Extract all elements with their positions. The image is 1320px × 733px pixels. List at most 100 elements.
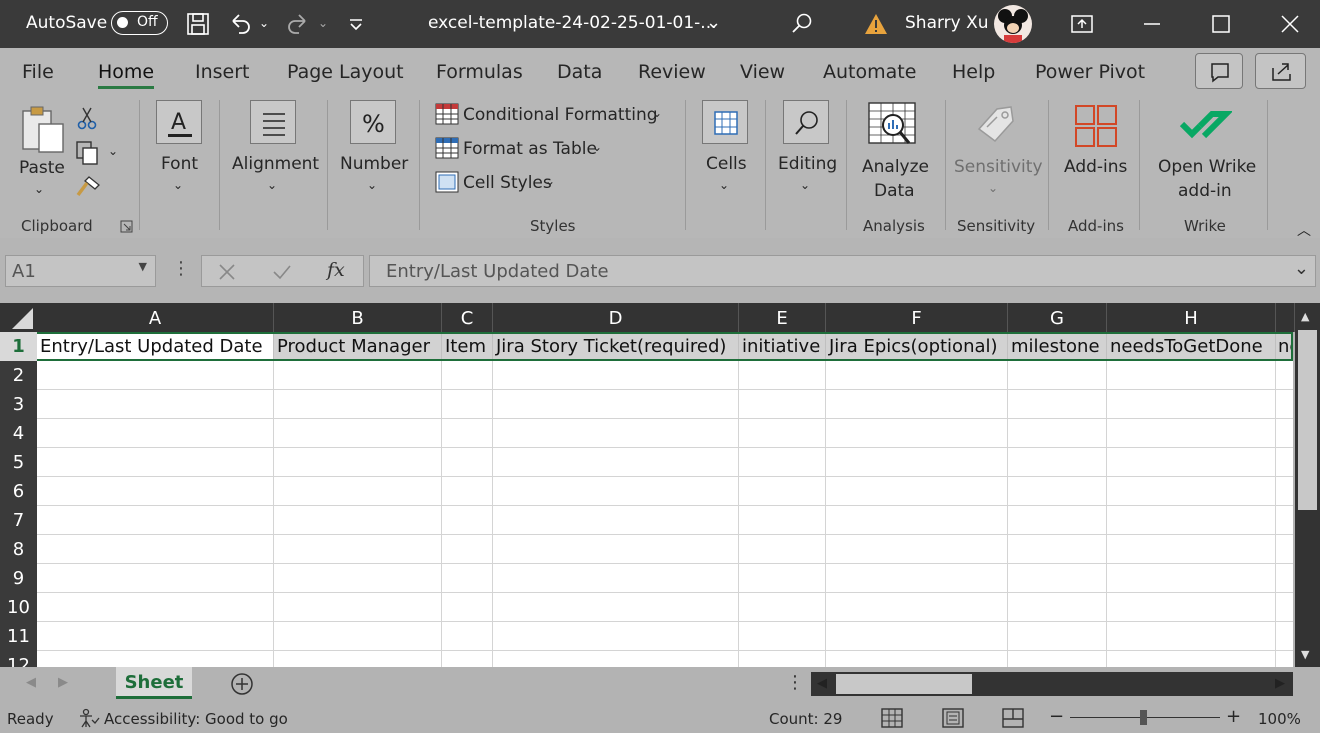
cell-styles-dropdown-icon[interactable]: ⌄: [545, 174, 555, 188]
enter-icon[interactable]: [272, 263, 292, 281]
formula-input[interactable]: Entry/Last Updated Date ⌄: [369, 255, 1316, 287]
row-header-1[interactable]: 1: [0, 332, 37, 361]
zoom-out-icon[interactable]: −: [1049, 706, 1064, 727]
cells-icon[interactable]: [702, 100, 748, 144]
format-as-table-button[interactable]: Format as Table: [463, 139, 597, 159]
row-header-2[interactable]: 2: [0, 361, 37, 390]
sheet-tab[interactable]: Sheet: [116, 667, 192, 699]
zoom-slider-thumb[interactable]: [1140, 710, 1147, 725]
sheet-grid[interactable]: [37, 332, 1293, 667]
scroll-up-icon[interactable]: ▲: [1301, 310, 1309, 323]
editing-button[interactable]: Editing: [778, 154, 837, 174]
file-name[interactable]: excel-template-24-02-25-01-01-...: [428, 13, 717, 33]
undo-icon[interactable]: [228, 12, 252, 36]
scroll-right-icon[interactable]: ▶: [1275, 676, 1285, 691]
row-header-5[interactable]: 5: [0, 448, 37, 477]
row-header-4[interactable]: 4: [0, 419, 37, 448]
search-icon[interactable]: [790, 12, 814, 36]
sensitivity-dropdown-icon[interactable]: ⌄: [988, 181, 998, 195]
expand-formula-icon[interactable]: ⌄: [1294, 258, 1309, 279]
tab-page-layout[interactable]: Page Layout: [287, 61, 404, 83]
add-ins-button[interactable]: Add-ins: [1064, 157, 1127, 177]
paste-icon[interactable]: [20, 104, 66, 154]
tab-home[interactable]: Home: [98, 61, 154, 83]
select-all-button[interactable]: [0, 303, 37, 332]
font-dropdown-icon[interactable]: ⌄: [173, 178, 183, 192]
cells-dropdown-icon[interactable]: ⌄: [719, 178, 729, 192]
tab-view[interactable]: View: [740, 61, 785, 83]
alignment-dropdown-icon[interactable]: ⌄: [267, 178, 277, 192]
comments-button[interactable]: [1195, 53, 1243, 89]
redo-icon[interactable]: [286, 12, 310, 36]
next-sheet-icon[interactable]: ▶: [58, 675, 68, 690]
alignment-icon[interactable]: [250, 100, 296, 144]
paste-dropdown-icon[interactable]: ⌄: [34, 182, 44, 196]
zoom-in-icon[interactable]: +: [1226, 706, 1241, 727]
normal-view-icon[interactable]: [880, 707, 904, 729]
column-header-c[interactable]: C: [442, 303, 493, 332]
name-box-dropdown-icon[interactable]: ▼: [139, 260, 147, 273]
number-button[interactable]: Number: [340, 154, 408, 174]
customize-quick-access-icon[interactable]: [344, 12, 368, 36]
editing-dropdown-icon[interactable]: ⌄: [800, 178, 810, 192]
name-box[interactable]: A1 ▼: [5, 255, 156, 287]
cells-button[interactable]: Cells: [706, 154, 747, 174]
save-icon[interactable]: [186, 12, 210, 36]
insert-function-icon[interactable]: fx: [327, 259, 345, 281]
ribbon-display-icon[interactable]: [1070, 12, 1094, 36]
tab-power-pivot[interactable]: Power Pivot: [1035, 61, 1145, 83]
sensitivity-icon[interactable]: [975, 103, 1019, 149]
cancel-icon[interactable]: [218, 263, 236, 281]
editing-icon[interactable]: [783, 100, 829, 144]
number-dropdown-icon[interactable]: ⌄: [367, 178, 377, 192]
undo-dropdown-icon[interactable]: ⌄: [259, 16, 269, 30]
horizontal-scroll-thumb[interactable]: [836, 674, 972, 694]
row-header-8[interactable]: 8: [0, 535, 37, 564]
vertical-scroll-thumb[interactable]: [1298, 330, 1317, 510]
avatar[interactable]: [994, 5, 1032, 43]
row-header-9[interactable]: 9: [0, 564, 37, 593]
previous-sheet-icon[interactable]: ◀: [26, 675, 36, 690]
analyze-data-button[interactable]: Analyze: [862, 157, 929, 177]
sensitivity-button[interactable]: Sensitivity: [954, 157, 1043, 177]
paste-button[interactable]: Paste: [19, 158, 65, 178]
row-header-7[interactable]: 7: [0, 506, 37, 535]
column-header-h[interactable]: H: [1107, 303, 1276, 332]
scroll-left-icon[interactable]: ◀: [817, 676, 827, 691]
analyze-data-icon[interactable]: [867, 101, 919, 153]
sheet-options-icon[interactable]: ⋮: [786, 672, 804, 693]
tab-review[interactable]: Review: [638, 61, 706, 83]
format-as-table-dropdown-icon[interactable]: ⌄: [592, 140, 602, 154]
tab-help[interactable]: Help: [952, 61, 995, 83]
accessibility-status[interactable]: Accessibility: Good to go: [104, 710, 288, 728]
row-header-3[interactable]: 3: [0, 390, 37, 419]
cell-styles-button[interactable]: Cell Styles: [463, 173, 552, 193]
conditional-formatting-dropdown-icon[interactable]: ⌄: [652, 106, 662, 120]
copy-icon[interactable]: [75, 140, 99, 166]
tab-data[interactable]: Data: [557, 61, 602, 83]
cut-icon[interactable]: [76, 106, 98, 130]
warning-icon[interactable]: [864, 12, 888, 36]
tab-file[interactable]: File: [22, 61, 54, 83]
font-button[interactable]: Font: [161, 154, 198, 174]
redo-dropdown-icon[interactable]: ⌄: [318, 16, 328, 30]
minimize-icon[interactable]: [1140, 12, 1164, 36]
column-header-f[interactable]: F: [826, 303, 1008, 332]
zoom-level[interactable]: 100%: [1258, 710, 1301, 728]
more-options-icon[interactable]: ⋮: [172, 258, 190, 279]
open-wrike-button[interactable]: Open Wrike: [1158, 157, 1256, 177]
open-wrike-button-line2[interactable]: add-in: [1178, 181, 1232, 201]
tab-automate[interactable]: Automate: [823, 61, 916, 83]
page-break-view-icon[interactable]: [1001, 707, 1025, 729]
add-ins-icon[interactable]: [1074, 104, 1118, 148]
format-as-table-icon[interactable]: [435, 137, 459, 159]
page-layout-view-icon[interactable]: [941, 707, 965, 729]
clipboard-launcher-icon[interactable]: [120, 220, 133, 233]
conditional-formatting-icon[interactable]: [435, 103, 459, 125]
wrike-icon[interactable]: [1180, 110, 1232, 142]
scroll-down-icon[interactable]: ▼: [1301, 648, 1309, 661]
share-button[interactable]: [1255, 53, 1306, 89]
close-icon[interactable]: [1278, 12, 1302, 36]
file-name-dropdown-icon[interactable]: ⌄: [706, 12, 721, 33]
tab-formulas[interactable]: Formulas: [436, 61, 523, 83]
